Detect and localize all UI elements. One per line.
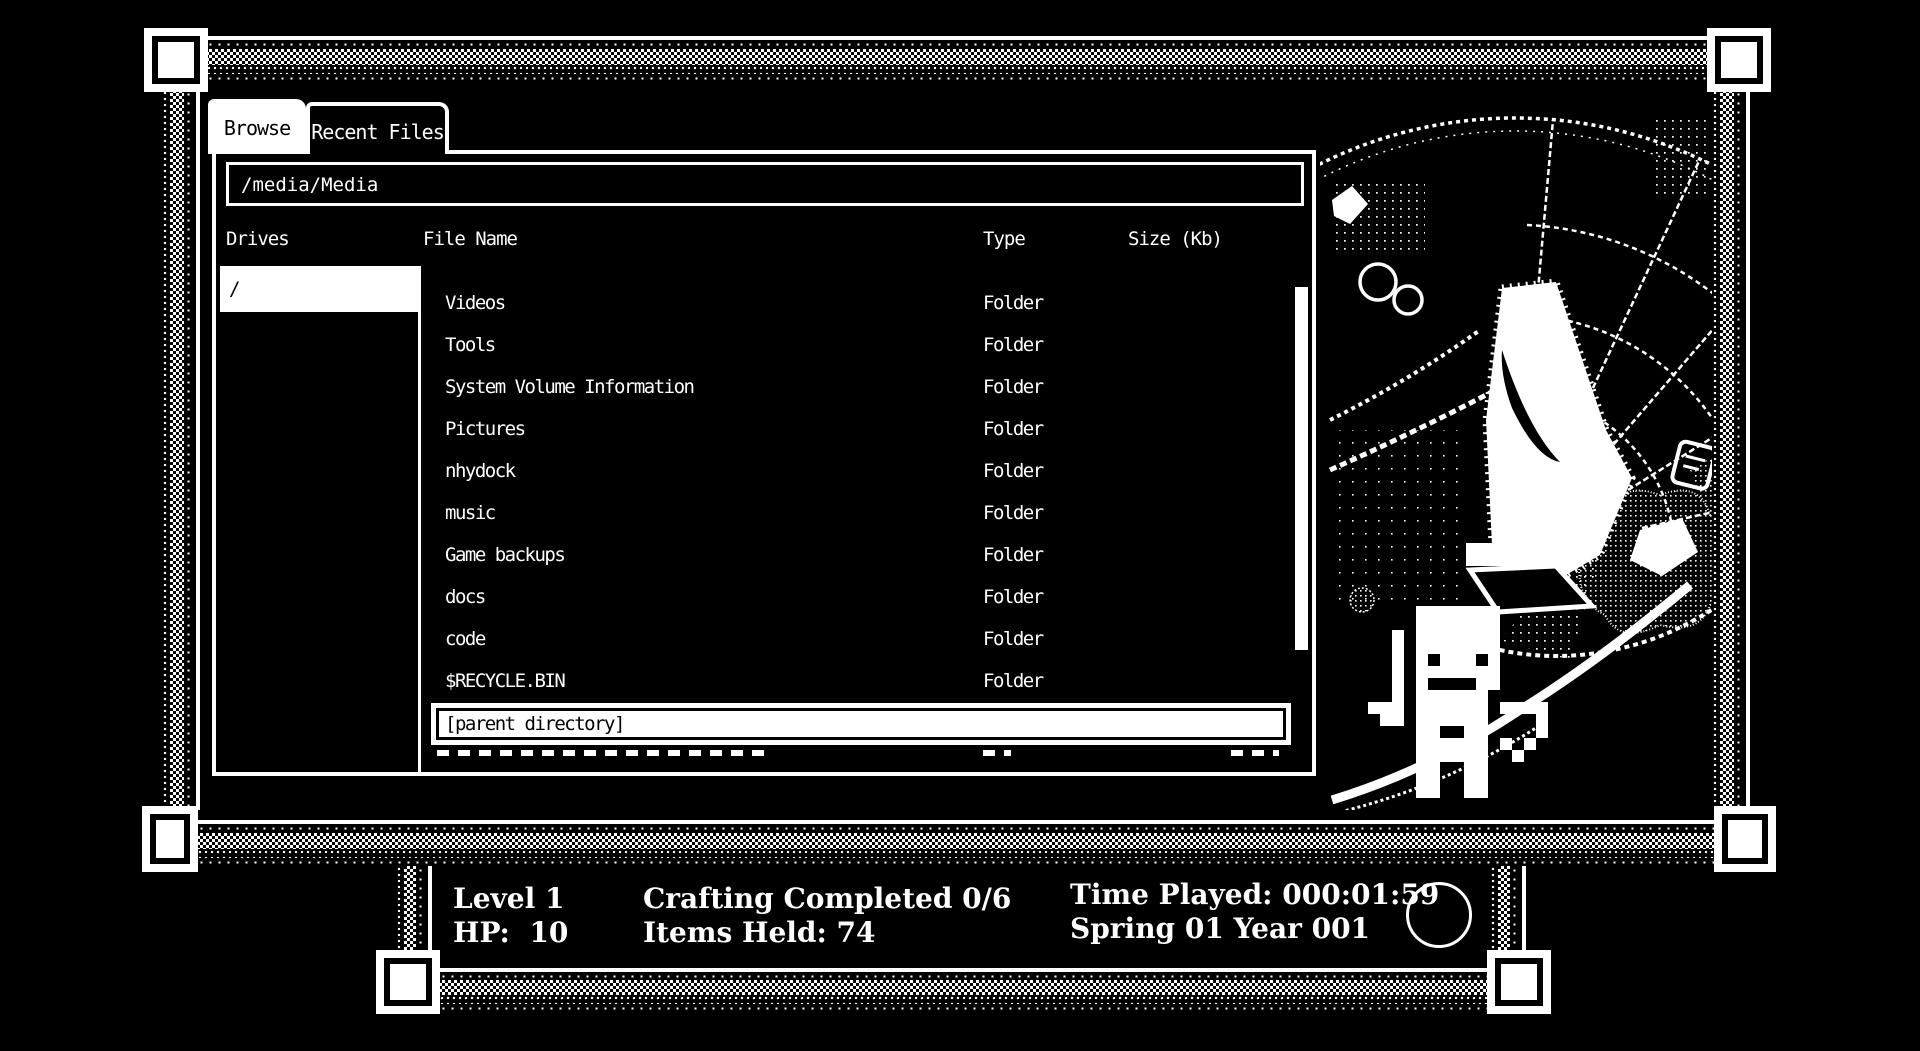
file-name: System Volume Information	[445, 376, 693, 398]
file-type: Folder	[983, 586, 1043, 608]
frame-corner-top-right	[1707, 28, 1771, 92]
frame-bar-bottom	[439, 968, 1487, 1012]
file-row[interactable]: [parent directory]	[431, 703, 1291, 745]
frame-corner-bottom-right	[1487, 950, 1551, 1014]
status-crafting-items: Crafting Completed 0/6Items Held: 74	[643, 882, 1011, 950]
frame-bar-right	[1712, 90, 1750, 810]
frame-corner-mid-left	[142, 806, 198, 872]
file-row[interactable]: Videos Folder	[431, 283, 1291, 325]
file-name: code	[445, 628, 485, 650]
file-name: docs	[445, 586, 485, 608]
file-row[interactable]: $RECYCLE.BIN Folder	[431, 661, 1291, 703]
file-type: Folder	[983, 460, 1043, 482]
file-row[interactable]: docs Folder	[431, 577, 1291, 619]
file-row[interactable]: Pictures Folder	[431, 409, 1291, 451]
file-name: nhydock	[445, 460, 515, 482]
status-time-date: Time Played: 000:01:59Spring 01 Year 001	[1070, 878, 1439, 946]
file-type: Folder	[983, 292, 1043, 314]
items-held-text: Items Held: 74	[643, 916, 876, 949]
file-row[interactable]: code Folder	[431, 619, 1291, 661]
file-row[interactable]: nhydock Folder	[431, 451, 1291, 493]
file-name: Tools	[445, 334, 495, 356]
file-list: Videos Folder Tools Folder System Volume…	[431, 283, 1291, 755]
tab-browse[interactable]: Browse	[208, 99, 306, 154]
file-name: Game backups	[445, 544, 564, 566]
file-type: Folder	[983, 670, 1043, 692]
time-played-text: Time Played: 000:01:59	[1070, 878, 1439, 911]
status-pillar-right	[1490, 866, 1526, 952]
hp-text: HP: 10	[453, 916, 568, 949]
drive-item-root[interactable]: /	[220, 266, 418, 312]
drives-files-separator	[418, 266, 421, 772]
frame-bar-left	[162, 90, 200, 810]
file-row-clipped-size	[1231, 750, 1279, 756]
column-header-size: Size (Kb)	[1128, 228, 1222, 250]
status-level-hp: Level 1HP: 10	[453, 882, 568, 950]
date-text: Spring 01 Year 001	[1070, 912, 1370, 945]
level-text: Level 1	[453, 882, 564, 915]
file-type: Folder	[983, 502, 1043, 524]
file-name: Videos	[445, 292, 505, 314]
file-type: Folder	[983, 334, 1043, 356]
file-row-clipped-name	[437, 750, 767, 756]
frame-corner-top-left	[144, 28, 208, 92]
file-name: [parent directory]	[445, 713, 624, 735]
column-header-type: Type	[983, 228, 1025, 250]
file-name: $RECYCLE.BIN	[445, 670, 564, 692]
frame-bar-middle	[197, 820, 1714, 867]
frame-bar-top	[206, 36, 1707, 83]
file-row[interactable]: Tools Folder	[431, 325, 1291, 367]
crafting-text: Crafting Completed 0/6	[643, 882, 1011, 915]
frame-corner-mid-right	[1714, 806, 1776, 872]
file-row[interactable]: music Folder	[431, 493, 1291, 535]
file-type: Folder	[983, 628, 1043, 650]
file-list-scrollbar[interactable]	[1295, 287, 1308, 650]
file-row-clipped-type	[983, 750, 1011, 756]
tab-recent-files[interactable]: Recent Files	[306, 102, 449, 154]
moon-phase-icon	[1406, 882, 1472, 948]
file-row[interactable]: System Volume Information Folder	[431, 367, 1291, 409]
file-row[interactable]: Game backups Folder	[431, 535, 1291, 577]
file-name: Pictures	[445, 418, 525, 440]
status-pillar-left	[396, 866, 432, 952]
column-header-drives: Drives	[226, 228, 289, 250]
path-input[interactable]: /media/Media	[226, 162, 1304, 206]
file-type: Folder	[983, 418, 1043, 440]
game-screen: { "window": { "tabs": [ {"label": "Brows…	[0, 0, 1920, 1051]
file-type: Folder	[983, 376, 1043, 398]
file-type: Folder	[983, 544, 1043, 566]
column-header-filename: File Name	[423, 228, 517, 250]
file-name: music	[445, 502, 495, 524]
frame-corner-bottom-left	[376, 950, 440, 1014]
